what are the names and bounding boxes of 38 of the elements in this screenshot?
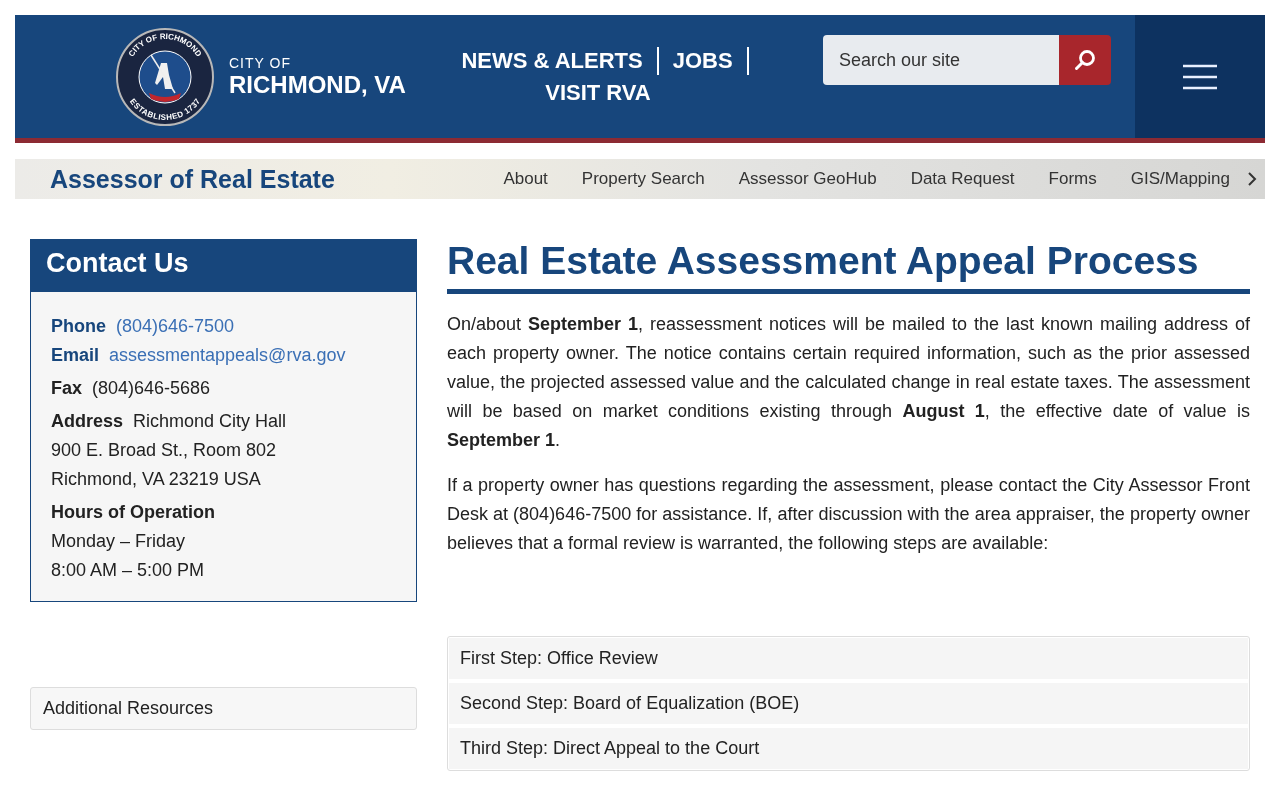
contact-text: Richmond, VA 23219 USA bbox=[51, 468, 262, 491]
menu-icon bbox=[1183, 63, 1217, 90]
section-nav-link[interactable]: GIS/Mapping bbox=[1113, 169, 1247, 189]
header-nav-link[interactable]: NEWS & ALERTS bbox=[447, 46, 659, 75]
contact-value: Richmond City Hall bbox=[133, 410, 287, 433]
section-nav-link[interactable]: Data Request bbox=[893, 169, 1032, 189]
section-title: Assessor of Real Estate bbox=[49, 164, 335, 194]
search-field[interactable]: Search our site bbox=[823, 35, 1059, 85]
body-paragraph: On/about September 1, reassessment notices will be mailed to the last known mailing address of each property owner. The notice contains certain required information, such as the prior assessed value, the projected assessed value and the calculated change in real estate taxes. The assessment will be based on market conditions existing through August 1, the effective date of value is September 1. bbox=[447, 313, 1250, 452]
accordion-item[interactable]: Second Step: Board of Equalization (BOE) bbox=[449, 683, 1248, 724]
contact-value: (804)646-5686 bbox=[92, 377, 211, 400]
search-button[interactable] bbox=[1059, 35, 1111, 85]
contact-label: Address bbox=[51, 410, 124, 433]
contact-label: Email bbox=[51, 344, 100, 367]
header-nav-link[interactable]: VISIT RVA bbox=[531, 78, 665, 107]
section-nav-link[interactable]: Assessor GeoHub bbox=[721, 169, 894, 189]
header-nav-link[interactable]: JOBS bbox=[658, 46, 749, 75]
contact-text: 8:00 AM – 5:00 PM bbox=[51, 559, 206, 582]
contact-text: 900 E. Broad St., Room 802 bbox=[51, 439, 278, 462]
contact-label: Fax bbox=[51, 377, 83, 400]
contact-link[interactable]: assessmentappeals@rva.gov bbox=[109, 341, 346, 370]
section-nav-link[interactable]: Forms bbox=[1031, 169, 1114, 189]
section-nav-link[interactable]: Property Search bbox=[564, 169, 722, 189]
city-name: RICHMOND, VA bbox=[229, 70, 406, 99]
contact-link[interactable]: (804)646-7500 bbox=[116, 312, 235, 341]
accordion-item[interactable]: First Step: Office Review bbox=[449, 638, 1248, 679]
contact-label: Hours of Operation bbox=[51, 501, 215, 524]
body-paragraph: If a property owner has questions regarding the assessment, please contact the City Assessor Front Desk at (804)646-7500 for assistance. If, after discussion with the area appraiser, the property owner believes that a formal review is warranted, the following steps are available: bbox=[447, 474, 1250, 555]
card-title: Contact Us bbox=[31, 240, 416, 292]
accordion-item[interactable]: Third Step: Direct Appeal to the Court bbox=[449, 728, 1248, 769]
city-label: CITY OF bbox=[229, 54, 292, 71]
contact-label: Phone bbox=[51, 315, 106, 338]
chevron-right-icon[interactable] bbox=[1247, 171, 1257, 187]
page-title: Real Estate Assessment Appeal Process bbox=[447, 239, 1250, 294]
search-icon bbox=[1073, 48, 1097, 72]
additional-resources-button[interactable]: Additional Resources bbox=[30, 687, 417, 730]
section-nav-link[interactable]: About bbox=[486, 169, 565, 189]
contact-text: Monday – Friday bbox=[51, 530, 187, 553]
